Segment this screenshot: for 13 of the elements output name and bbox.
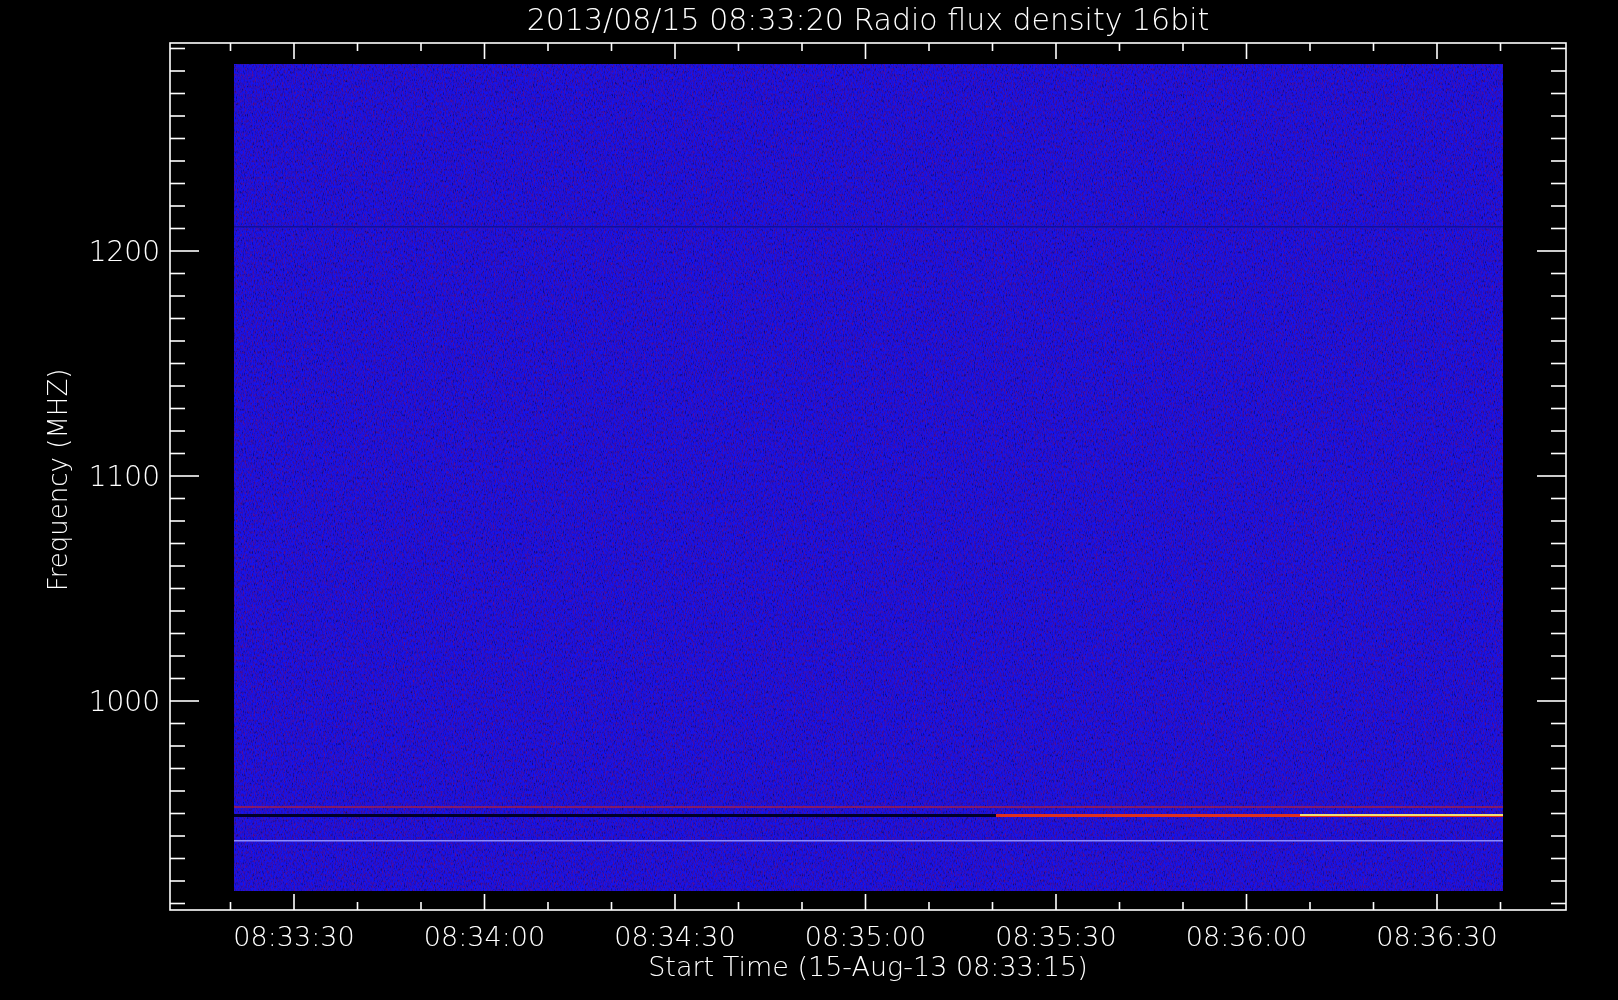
tick-label: 08:34:00	[423, 921, 546, 952]
tick-label: 08:34:30	[614, 921, 736, 952]
tick-label: 08:35:30	[995, 921, 1117, 952]
tick-label: 08:35:00	[804, 921, 927, 952]
axis-label: Frequency (MHZ)	[43, 368, 73, 592]
tick-label: 1000	[88, 685, 160, 718]
axis-label: Start Time (15-Aug-13 08:33:15)	[648, 951, 1088, 982]
tick-label: 1100	[88, 460, 160, 493]
tick-label: 08:36:30	[1376, 921, 1498, 952]
tick-label: 08:33:30	[233, 921, 355, 952]
tick-label: 1200	[88, 235, 160, 268]
tick-label: 08:36:00	[1185, 921, 1308, 952]
chart-title: 2013/08/15 08:33:20 Radio flux density 16bit	[526, 2, 1210, 37]
